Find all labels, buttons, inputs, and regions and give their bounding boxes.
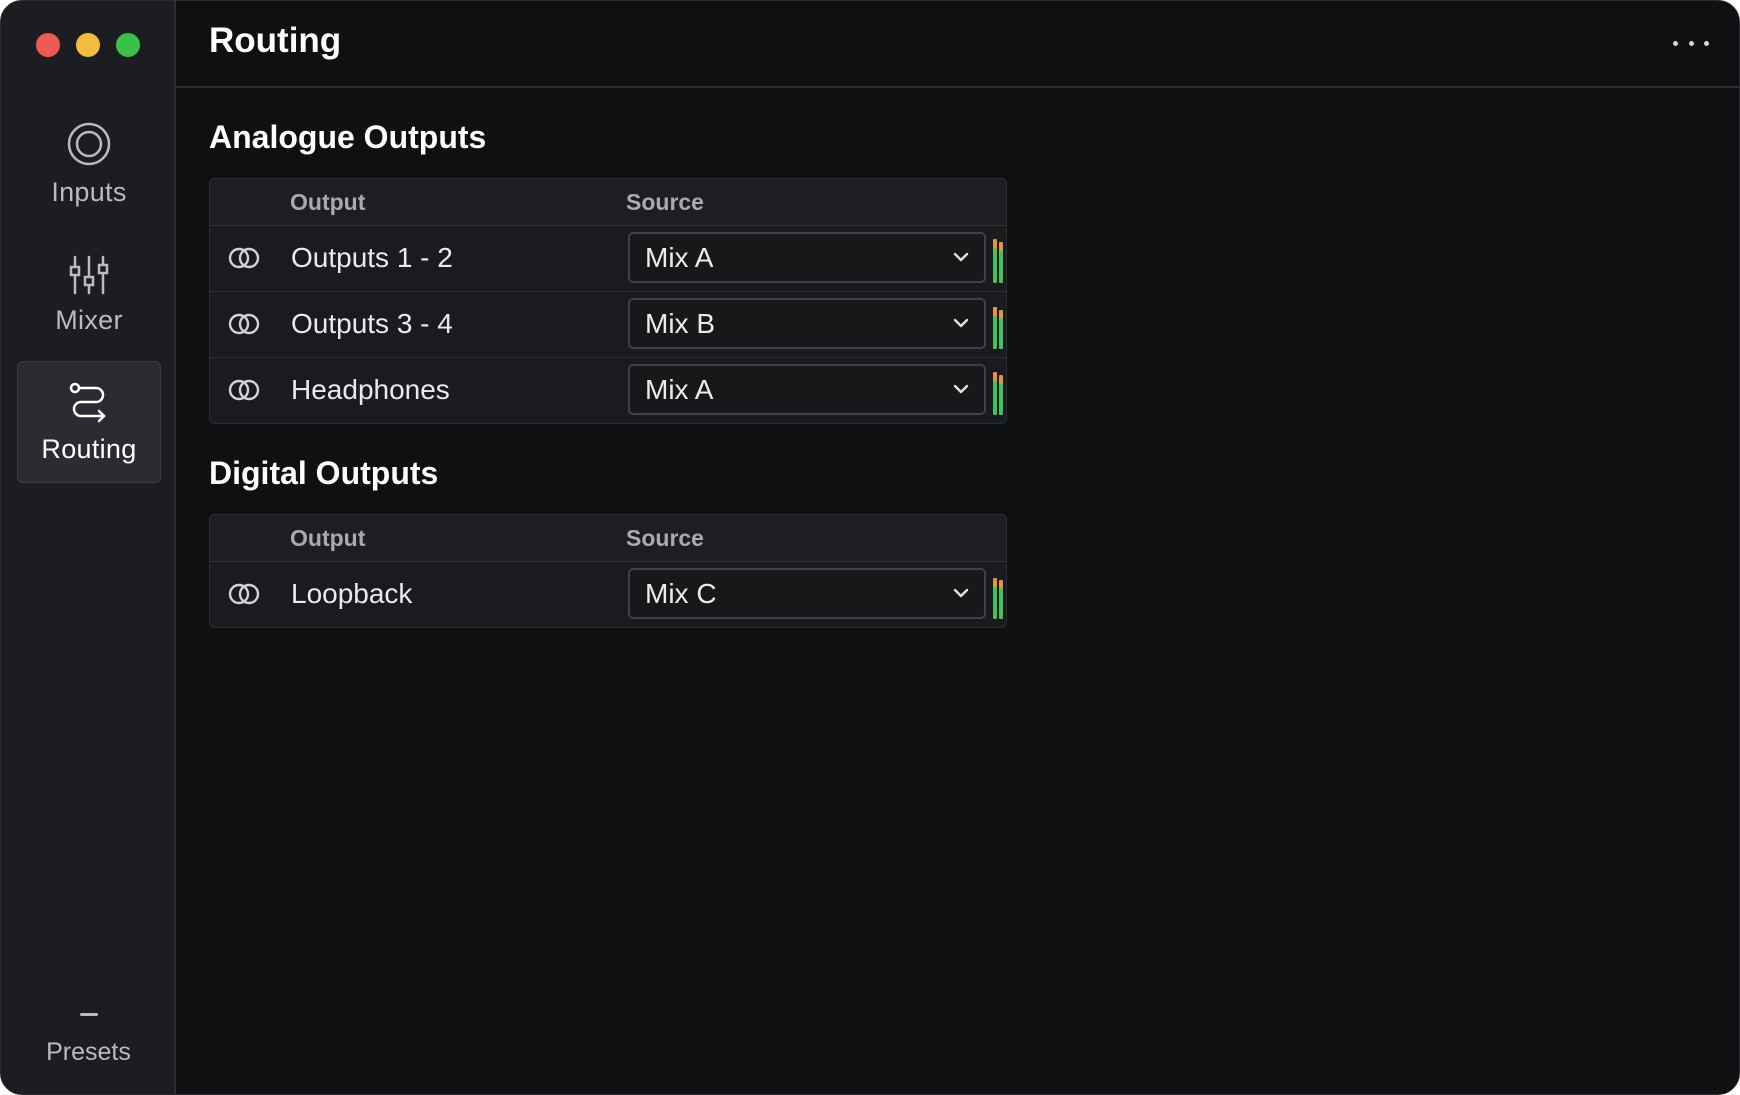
source-select-value: Mix B — [645, 308, 715, 339]
sidebar-item-label: Routing — [41, 434, 137, 464]
sidebar-item-routing[interactable]: Routing — [17, 361, 161, 483]
page-title: Routing — [209, 21, 342, 60]
column-header-source: Source — [626, 525, 704, 551]
sidebar: Inputs Mixer Routing Presets — [1, 1, 176, 1094]
level-meter — [993, 571, 1005, 619]
level-meter-right — [999, 310, 1003, 349]
level-meter-right — [999, 242, 1003, 283]
chevron-down-icon — [953, 588, 969, 598]
level-meter-right — [999, 580, 1003, 619]
sidebar-item-label: Inputs — [51, 177, 127, 207]
app-window: Inputs Mixer Routing Presets Routing Ana… — [0, 0, 1740, 1095]
inputs-icon — [66, 119, 112, 167]
table-row: Loopback Mix C — [210, 562, 1006, 627]
table-header: Output Source — [210, 179, 1006, 226]
stereo-link-icon[interactable] — [228, 582, 260, 606]
level-meter-right — [999, 375, 1003, 415]
source-select[interactable]: Mix B — [628, 298, 986, 349]
chevron-down-icon — [953, 384, 969, 394]
analogue-outputs-table: Output Source Outputs 1 - 2 Mix A Output… — [209, 178, 1007, 424]
more-dots-icon — [1673, 40, 1678, 46]
stereo-link-icon[interactable] — [228, 312, 260, 336]
routing-icon — [68, 376, 110, 424]
table-row: Headphones Mix A — [210, 358, 1006, 423]
chevron-down-icon — [953, 252, 969, 262]
mixer-sliders-icon — [69, 247, 109, 295]
source-select[interactable]: Mix A — [628, 364, 986, 415]
level-meter — [993, 235, 1005, 283]
chevron-down-icon — [953, 318, 969, 328]
source-select-value: Mix A — [645, 242, 714, 273]
column-header-output: Output — [290, 189, 366, 215]
digital-outputs-table: Output Source Loopback Mix C — [209, 514, 1007, 628]
table-header: Output Source — [210, 515, 1006, 562]
output-name: Loopback — [291, 578, 413, 609]
column-header-output: Output — [290, 525, 366, 551]
more-dots-icon — [1704, 40, 1709, 46]
output-name: Headphones — [291, 374, 450, 405]
source-select-value: Mix A — [645, 374, 714, 405]
source-select[interactable]: Mix A — [628, 232, 986, 283]
level-meter — [993, 367, 1005, 415]
more-options-button[interactable] — [1673, 35, 1709, 51]
digital-outputs-heading: Digital Outputs — [209, 455, 439, 491]
zoom-window-button[interactable] — [116, 33, 140, 57]
stereo-link-icon[interactable] — [228, 378, 260, 402]
more-dots-icon — [1688, 40, 1694, 46]
minimize-window-button[interactable] — [76, 33, 100, 57]
output-name: Outputs 3 - 4 — [291, 308, 453, 339]
stereo-link-icon[interactable] — [228, 246, 260, 270]
source-select[interactable]: Mix C — [628, 568, 986, 619]
sidebar-item-mixer[interactable]: Mixer — [17, 247, 161, 369]
column-header-source: Source — [626, 189, 704, 215]
presets-handle-icon — [79, 1013, 98, 1016]
source-select-value: Mix C — [645, 578, 717, 609]
level-meter-left — [993, 239, 997, 283]
header: Routing — [176, 1, 1739, 88]
table-row: Outputs 3 - 4 Mix B — [210, 292, 1006, 358]
table-row: Outputs 1 - 2 Mix A — [210, 226, 1006, 292]
sidebar-item-inputs[interactable]: Inputs — [17, 119, 161, 241]
level-meter-left — [993, 372, 997, 415]
analogue-outputs-heading: Analogue Outputs — [209, 119, 487, 155]
presets-button[interactable]: Presets — [1, 1001, 176, 1067]
presets-label: Presets — [46, 1038, 131, 1066]
level-meter-left — [993, 578, 997, 619]
level-meter — [993, 301, 1005, 349]
level-meter-left — [993, 307, 997, 349]
output-name: Outputs 1 - 2 — [291, 242, 453, 273]
close-window-button[interactable] — [36, 33, 60, 57]
sidebar-item-label: Mixer — [55, 305, 123, 335]
